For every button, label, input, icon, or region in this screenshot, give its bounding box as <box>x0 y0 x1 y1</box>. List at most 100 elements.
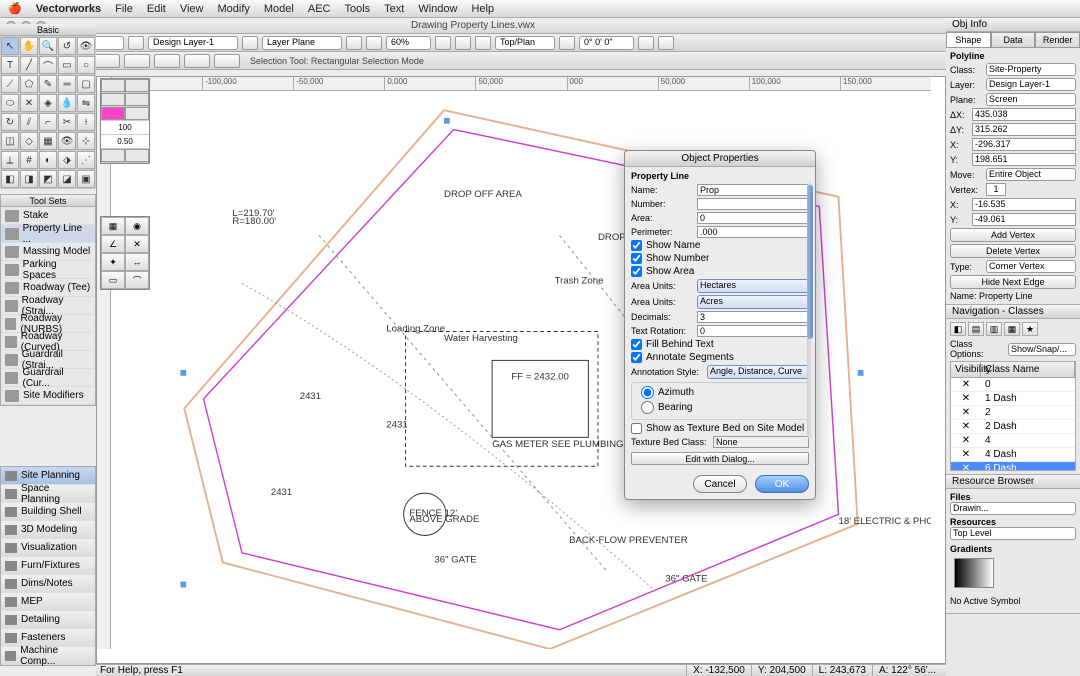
fit-button[interactable] <box>455 36 471 50</box>
tool-35[interactable]: ⋰ <box>77 151 95 169</box>
marker-start-swatch[interactable] <box>101 149 125 162</box>
perimeter-input[interactable] <box>697 226 809 238</box>
snap-distance-icon[interactable]: ↔ <box>125 253 149 271</box>
palette-furn-fixtures[interactable]: Furn/Fixtures <box>1 557 95 575</box>
double-line-tool-icon[interactable]: ═ <box>58 75 76 93</box>
nav-layers-icon[interactable]: ▤ <box>968 322 984 336</box>
vtype-select[interactable]: Corner Vertex <box>986 260 1076 273</box>
line-tool-icon[interactable]: ╱ <box>20 56 38 74</box>
tab-render[interactable]: Render <box>1035 32 1080 48</box>
mode-btn-7[interactable] <box>184 54 210 68</box>
pen-fg-swatch[interactable] <box>101 79 125 92</box>
annotate-checkbox[interactable] <box>631 352 642 363</box>
snap-grid-icon[interactable]: ▦ <box>101 217 125 235</box>
text-tool-icon[interactable]: T <box>1 56 19 74</box>
azimuth-radio[interactable] <box>641 386 654 399</box>
apple-logo-icon[interactable]: 🍎 <box>8 2 22 15</box>
palette-3d-modeling[interactable]: 3D Modeling <box>1 521 95 539</box>
nav-sheet-icon[interactable]: ▥ <box>986 322 1002 336</box>
vy-field[interactable]: -49.061 <box>972 213 1076 226</box>
flyover-tool-icon[interactable]: ↺ <box>58 37 76 55</box>
texture-bed-checkbox[interactable] <box>631 423 642 434</box>
dialog-scrollbar[interactable] <box>807 183 813 439</box>
tool-40[interactable]: ▣ <box>77 170 95 188</box>
ann-style-select[interactable]: Angle, Distance, Curve <box>707 365 809 379</box>
menu-aec[interactable]: AEC <box>308 3 331 15</box>
zoom-field[interactable]: 60% <box>386 36 431 50</box>
class-select[interactable]: Site-Property <box>986 63 1076 76</box>
rounded-rect-tool-icon[interactable]: ▢ <box>77 75 95 93</box>
tab-shape[interactable]: Shape <box>946 32 991 48</box>
zoom-dropdown-icon[interactable] <box>435 36 451 50</box>
fillet-tool-icon[interactable]: ⌐ <box>39 113 57 131</box>
snap-edge-icon[interactable]: ▭ <box>101 271 125 289</box>
number-stamp-tool-icon[interactable]: # <box>20 151 38 169</box>
palette-visualization[interactable]: Visualization <box>1 539 95 557</box>
nav-viewport-icon[interactable]: ▦ <box>1004 322 1020 336</box>
palette-building-shell[interactable]: Building Shell <box>1 503 95 521</box>
decimals-input[interactable] <box>697 311 809 323</box>
class-row[interactable]: ✕4 Dash <box>951 448 1075 462</box>
palette-machine[interactable]: Machine Comp... <box>1 647 95 665</box>
symbol-tool-icon[interactable]: ◈ <box>39 94 57 112</box>
files-select[interactable]: Drawin... <box>950 502 1076 515</box>
color-bg-swatch[interactable] <box>125 107 149 120</box>
tab-data[interactable]: Data <box>991 32 1036 48</box>
snap-object-icon[interactable]: ◉ <box>125 217 149 235</box>
mode-btn-8[interactable] <box>214 54 240 68</box>
class-row[interactable]: ✕4 <box>951 434 1075 448</box>
constraint-tool-icon[interactable]: ⟂ <box>1 151 19 169</box>
plane-select[interactable]: Layer Plane <box>262 36 342 50</box>
menu-tools[interactable]: Tools <box>344 3 370 15</box>
name-input[interactable] <box>697 184 809 196</box>
mode-btn-4[interactable] <box>94 54 120 68</box>
attribute-mapping-tool-icon[interactable]: ▦ <box>39 132 57 150</box>
fill-style-swatch[interactable] <box>125 93 149 106</box>
tool-37[interactable]: ◨ <box>20 170 38 188</box>
arc-tool-icon[interactable]: ⌒ <box>39 56 57 74</box>
nav-saved-icon[interactable]: ★ <box>1022 322 1038 336</box>
offset-tool-icon[interactable]: ⫽ <box>20 113 38 131</box>
color-swatch[interactable] <box>101 107 125 120</box>
opacity-input[interactable] <box>101 135 149 148</box>
tool-38[interactable]: ◩ <box>39 170 57 188</box>
hide-edge-button[interactable]: Hide Next Edge <box>950 275 1076 289</box>
nav-classes-icon[interactable]: ◧ <box>950 322 966 336</box>
mirror-tool-icon[interactable]: ⇋ <box>77 94 95 112</box>
split-tool-icon[interactable]: ⟊ <box>77 113 95 131</box>
gradient-swatch[interactable] <box>954 558 994 588</box>
toolbar-extra-1[interactable] <box>638 36 654 50</box>
selection-tool-icon[interactable]: ↖ <box>1 37 19 55</box>
render-mode-icon[interactable] <box>559 36 575 50</box>
menu-model[interactable]: Model <box>264 3 294 15</box>
snap-tangent-icon[interactable]: ⌒ <box>125 271 149 289</box>
palette-dims-notes[interactable]: Dims/Notes <box>1 575 95 593</box>
reshape-tool-icon[interactable]: ◇ <box>20 132 38 150</box>
ok-button[interactable]: OK <box>755 475 809 493</box>
class-row[interactable]: ✕6 Dash <box>951 462 1075 471</box>
cancel-button[interactable]: Cancel <box>693 475 747 493</box>
area-units-select-1[interactable]: Hectares <box>697 279 809 293</box>
delete-vertex-button[interactable]: Delete Vertex <box>950 244 1076 258</box>
scrollbar-thumb[interactable] <box>807 185 813 339</box>
vertex-stepper[interactable]: 1 <box>986 183 1006 196</box>
classes-icon[interactable] <box>242 36 258 50</box>
toolbar-extra-2[interactable] <box>658 36 674 50</box>
move-by-points-tool-icon[interactable]: ⊹ <box>77 132 95 150</box>
zoom-tool-icon[interactable]: 🔍 <box>39 37 57 55</box>
tool-36[interactable]: ◧ <box>1 170 19 188</box>
pan-tool-icon[interactable]: ✋ <box>20 37 38 55</box>
show-name-checkbox[interactable] <box>631 240 642 251</box>
toolset-site-modifiers[interactable]: Site Modifiers <box>1 387 95 405</box>
toolset-guardrail-curved[interactable]: Guardrail (Cur... <box>1 369 95 387</box>
area-units-select-2[interactable]: Acres <box>697 295 809 309</box>
snap-angle-icon[interactable]: ∠ <box>101 235 125 253</box>
menu-text[interactable]: Text <box>384 3 404 15</box>
area-input[interactable] <box>697 212 809 224</box>
visibility-tool-icon[interactable]: 👁 <box>58 132 76 150</box>
locus-tool-icon[interactable]: ✕ <box>20 94 38 112</box>
y-field[interactable]: 198.651 <box>972 153 1076 166</box>
rect-tool-icon[interactable]: ▭ <box>58 56 76 74</box>
walkthrough-tool-icon[interactable]: 👁 <box>77 37 95 55</box>
eyedropper-tool-icon[interactable]: 💧 <box>58 94 76 112</box>
